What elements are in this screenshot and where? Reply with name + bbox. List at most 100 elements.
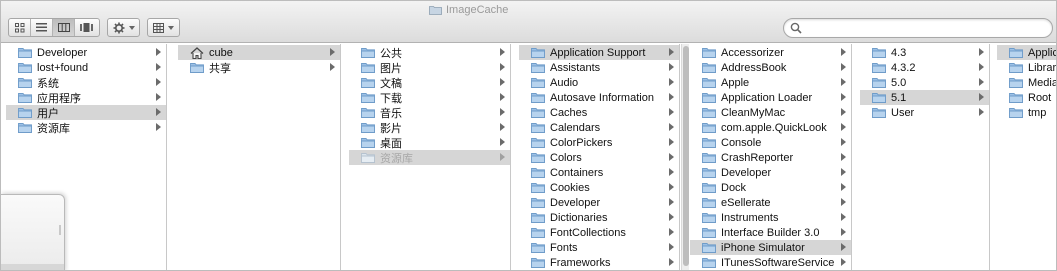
list-item[interactable]: Apple xyxy=(690,75,851,90)
list-item[interactable]: Application Support xyxy=(519,45,679,60)
window-title: ImageCache xyxy=(429,3,508,17)
column-2[interactable]: cube 共享 xyxy=(178,44,341,270)
column-6[interactable]: 4.3 4.3.2 5.0 5.1 User xyxy=(860,44,990,270)
disclosure-arrow-icon xyxy=(669,153,674,161)
column-4[interactable]: Application Support Assistants Audio Aut… xyxy=(519,44,680,270)
resize-grip[interactable] xyxy=(59,225,61,235)
list-item[interactable]: Instruments xyxy=(690,210,851,225)
list-item[interactable]: cube xyxy=(178,45,340,60)
folder-icon xyxy=(702,137,716,149)
list-item[interactable]: Dock xyxy=(690,180,851,195)
list-item[interactable]: Developer xyxy=(519,195,679,210)
column-4-scrollbar[interactable] xyxy=(681,44,689,270)
disclosure-arrow-icon xyxy=(669,78,674,86)
list-item[interactable]: Interface Builder 3.0 xyxy=(690,225,851,240)
list-item[interactable]: Library xyxy=(997,60,1056,75)
gear-icon xyxy=(113,22,124,33)
list-item[interactable]: Media xyxy=(997,75,1056,90)
list-item[interactable]: Colors xyxy=(519,150,679,165)
list-item[interactable]: Containers xyxy=(519,165,679,180)
item-label: 下载 xyxy=(380,92,402,105)
list-item[interactable]: 资源库 xyxy=(6,120,166,135)
coverflow-view-icon xyxy=(79,23,93,32)
list-item[interactable]: 5.0 xyxy=(860,75,989,90)
disclosure-arrow-icon xyxy=(841,63,846,71)
list-item[interactable]: 5.1 xyxy=(860,90,989,105)
folder-icon xyxy=(531,152,545,164)
list-item[interactable]: eSellerate xyxy=(690,195,851,210)
action-menu-button[interactable] xyxy=(107,18,140,37)
list-item[interactable]: Assistants xyxy=(519,60,679,75)
list-item[interactable]: 共享 xyxy=(178,60,340,75)
list-item[interactable]: Developer xyxy=(690,165,851,180)
arrange-menu-button[interactable] xyxy=(147,18,180,37)
scrollbar-thumb[interactable] xyxy=(683,46,689,266)
folder-icon xyxy=(872,107,886,119)
floating-panel xyxy=(1,194,65,270)
disclosure-arrow-icon xyxy=(979,93,984,101)
search-icon xyxy=(790,22,802,34)
list-item[interactable]: Calendars xyxy=(519,120,679,135)
column-7[interactable]: Applications Library Media Root tmp xyxy=(997,44,1056,270)
list-item[interactable]: tmp xyxy=(997,105,1056,120)
list-item[interactable]: Cookies xyxy=(519,180,679,195)
search-field[interactable] xyxy=(783,18,1053,38)
list-item[interactable]: Applications xyxy=(997,45,1056,60)
list-item[interactable]: Developer xyxy=(6,45,166,60)
list-item[interactable]: iPhone Simulator xyxy=(690,240,851,255)
column-5[interactable]: Accessorizer AddressBook Apple Applicati… xyxy=(690,44,852,270)
column-3[interactable]: 公共 图片 文稿 下载 音乐 影片 桌面 资源库 xyxy=(349,44,511,270)
list-item[interactable]: 下载 xyxy=(349,90,510,105)
folder-icon xyxy=(872,92,886,104)
list-item[interactable]: Autosave Information xyxy=(519,90,679,105)
list-item[interactable]: Accessorizer xyxy=(690,45,851,60)
item-label: Developer xyxy=(721,166,772,179)
folder-icon xyxy=(531,62,545,74)
list-item[interactable]: 4.3.2 xyxy=(860,60,989,75)
item-label: tmp xyxy=(1028,106,1047,119)
list-item[interactable]: Application Loader xyxy=(690,90,851,105)
list-item[interactable]: 应用程序 xyxy=(6,90,166,105)
list-item[interactable]: 系统 xyxy=(6,75,166,90)
list-item[interactable]: Audio xyxy=(519,75,679,90)
disclosure-arrow-icon xyxy=(669,63,674,71)
list-item[interactable]: 4.3 xyxy=(860,45,989,60)
list-item[interactable]: 公共 xyxy=(349,45,510,60)
list-item[interactable]: 用户 xyxy=(6,105,166,120)
list-item[interactable]: Dictionaries xyxy=(519,210,679,225)
search-input[interactable] xyxy=(806,21,1046,35)
list-item[interactable]: AddressBook xyxy=(690,60,851,75)
list-item[interactable]: 音乐 xyxy=(349,105,510,120)
icon-view-button[interactable] xyxy=(9,19,31,36)
folder-icon xyxy=(18,92,32,104)
list-item[interactable]: ColorPickers xyxy=(519,135,679,150)
coverflow-view-button[interactable] xyxy=(75,19,97,36)
disclosure-arrow-icon xyxy=(979,63,984,71)
list-item[interactable]: Console xyxy=(690,135,851,150)
list-item[interactable]: 资源库 xyxy=(349,150,510,165)
list-item[interactable]: 文稿 xyxy=(349,75,510,90)
disclosure-arrow-icon xyxy=(841,168,846,176)
folder-icon xyxy=(18,107,32,119)
list-item[interactable]: Frameworks xyxy=(519,255,679,270)
list-item[interactable]: Root xyxy=(997,90,1056,105)
item-label: 影片 xyxy=(380,122,402,135)
folder-icon xyxy=(1009,47,1023,59)
item-label: 文稿 xyxy=(380,77,402,90)
list-item[interactable]: com.apple.QuickLook xyxy=(690,120,851,135)
list-item[interactable]: FontCollections xyxy=(519,225,679,240)
list-item[interactable]: User xyxy=(860,105,989,120)
list-item[interactable]: CleanMyMac xyxy=(690,105,851,120)
list-item[interactable]: lost+found xyxy=(6,60,166,75)
list-item[interactable]: Caches xyxy=(519,105,679,120)
list-item[interactable]: CrashReporter xyxy=(690,150,851,165)
list-item[interactable]: 图片 xyxy=(349,60,510,75)
list-item[interactable]: ITunesSoftwareService xyxy=(690,255,851,270)
list-item[interactable]: 影片 xyxy=(349,120,510,135)
list-view-icon xyxy=(36,23,47,32)
disclosure-arrow-icon xyxy=(500,108,505,116)
list-item[interactable]: 桌面 xyxy=(349,135,510,150)
list-view-button[interactable] xyxy=(31,19,53,36)
column-view-button[interactable] xyxy=(53,19,75,36)
list-item[interactable]: Fonts xyxy=(519,240,679,255)
